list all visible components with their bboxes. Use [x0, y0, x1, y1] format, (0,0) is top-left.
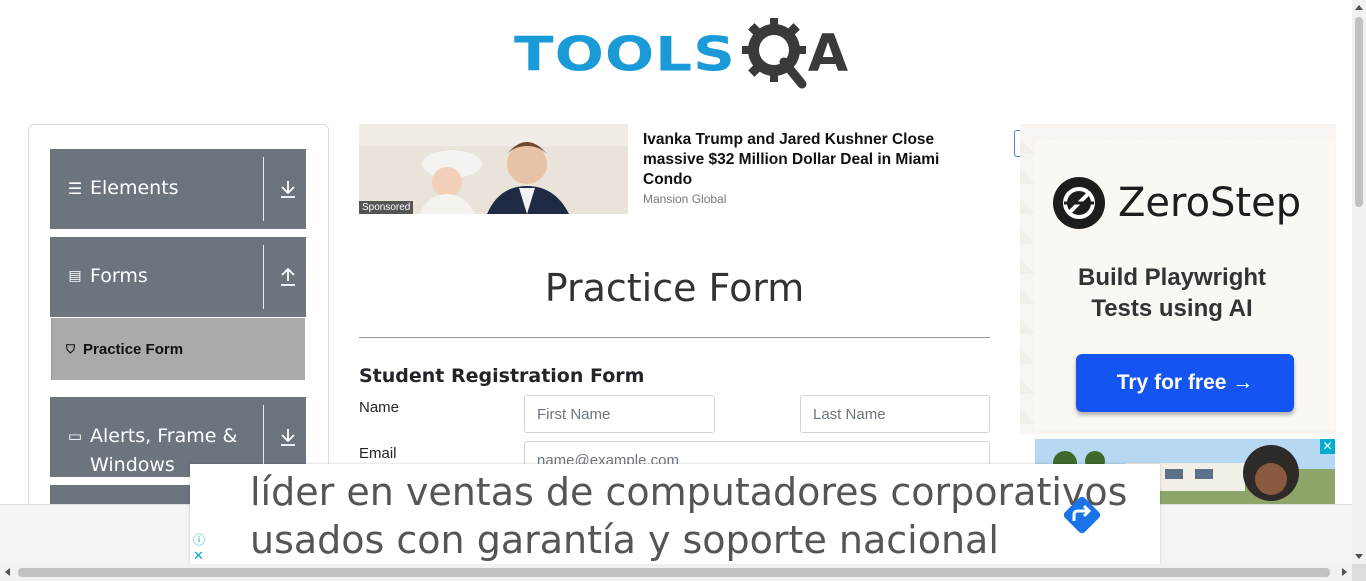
ad-info-icon[interactable]: ⓘ: [193, 531, 205, 548]
zerostep-tagline: Build Playwright Tests using AI: [1077, 264, 1266, 322]
vertical-scrollbar[interactable]: [1352, 0, 1366, 581]
logo-a-text: A: [807, 24, 849, 84]
sponsored-image: Sponsored: [359, 124, 628, 214]
bottom-ad-line1: líder en ventas de computadores corporat…: [250, 470, 1128, 514]
scroll-down-arrow-icon[interactable]: [1355, 554, 1363, 559]
sponsored-source: Mansion Global: [643, 192, 727, 206]
sidebar-group-label: Forms: [90, 265, 148, 287]
sidebar-item-practice-form[interactable]: ⛉ Practice Form: [51, 318, 305, 380]
sidebar-group-forms[interactable]: ▤ Forms: [50, 237, 306, 317]
zerostep-ad[interactable]: ZeroStep Build Playwright Tests using AI…: [1020, 124, 1336, 434]
scroll-left-arrow-icon[interactable]: [5, 568, 10, 576]
sponsored-tag: Sponsored: [359, 201, 414, 214]
toolsqa-logo[interactable]: TOOLS A: [514, 14, 848, 94]
download-arrow-icon[interactable]: [278, 177, 298, 201]
zerostep-logo-icon: [1053, 177, 1105, 229]
name-label: Name: [359, 399, 400, 416]
scrollbar-corner: [1352, 564, 1366, 581]
directions-arrow-icon[interactable]: [1058, 491, 1106, 539]
hamburger-icon: ☰: [67, 179, 83, 198]
page-title: Practice Form: [544, 266, 805, 310]
close-icon[interactable]: ✕: [1320, 439, 1335, 454]
scroll-up-arrow-icon[interactable]: [1355, 5, 1363, 10]
sidebar-group-label: Elements: [90, 177, 179, 199]
horizontal-scroll-thumb[interactable]: [18, 568, 1330, 577]
horizontal-scrollbar[interactable]: [0, 564, 1352, 581]
scroll-right-arrow-icon[interactable]: [1342, 568, 1347, 576]
sponsored-article[interactable]: Sponsored Ivanka Trump and Jared Kushner…: [359, 124, 999, 214]
sidebar-group-label: Alerts, Frame &: [90, 425, 238, 447]
html5-icon: ⛉: [66, 341, 76, 356]
email-label: Email: [359, 445, 397, 462]
bottom-ad-line2: usados con garantía y soporte nacional: [250, 518, 999, 562]
window-icon: ▭: [67, 427, 83, 445]
logo-qa-mark: A: [740, 16, 848, 92]
last-name-input[interactable]: [800, 395, 990, 433]
vertical-scroll-thumb[interactable]: [1355, 17, 1363, 207]
try-for-free-button[interactable]: Try for free →: [1076, 354, 1294, 412]
form-heading: Student Registration Form: [359, 365, 645, 387]
gear-magnifier-icon: [741, 18, 807, 89]
title-divider: [359, 337, 990, 338]
document-icon: ▤: [68, 268, 82, 284]
page: TOOLS A ☰ Elements ▤ Forms ⛉ Practice Fo…: [0, 0, 1366, 581]
logo-tools-text: TOOLS: [514, 26, 736, 82]
sidebar-group-elements[interactable]: ☰ Elements: [50, 149, 306, 229]
ad-close-icon[interactable]: ✕: [193, 548, 204, 564]
download-arrow-icon[interactable]: [278, 425, 298, 449]
first-name-input[interactable]: [524, 395, 715, 433]
upload-arrow-icon[interactable]: [278, 265, 298, 289]
zerostep-brand: ZeroStep: [1118, 180, 1302, 226]
zerostep-logo: ZeroStep: [1052, 176, 1301, 230]
sidebar-item-label: Practice Form: [83, 340, 184, 358]
bottom-banner-ad[interactable]: líder en ventas de computadores corporat…: [190, 464, 1160, 564]
sponsored-headline[interactable]: Ivanka Trump and Jared Kushner Close mas…: [643, 130, 973, 190]
